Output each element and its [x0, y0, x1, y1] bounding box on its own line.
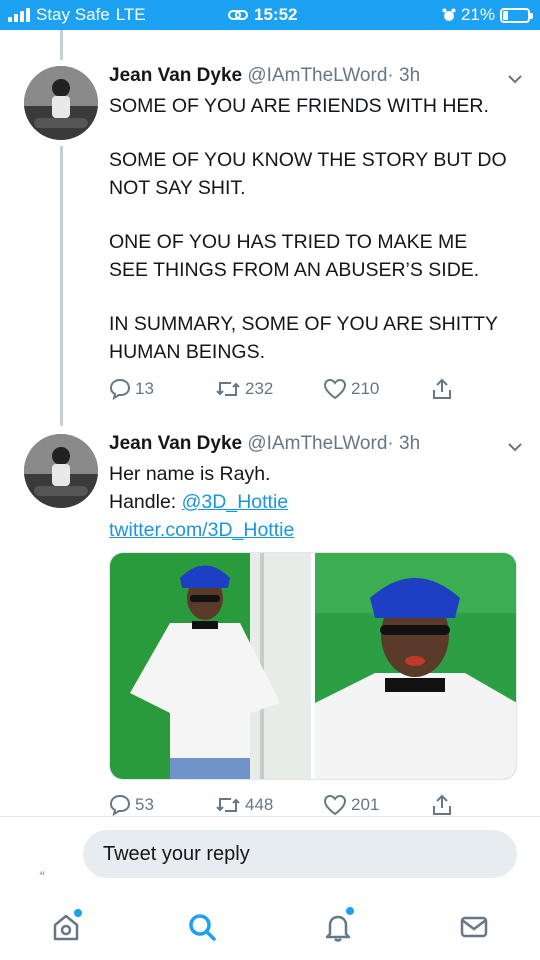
chevron-down-icon[interactable] — [506, 70, 524, 88]
author-handle[interactable]: @IAmTheLWord — [247, 65, 387, 86]
alarm-icon — [442, 8, 456, 21]
status-bar: Stay Safe LTE 15:52 21% — [0, 0, 540, 30]
retweet-button[interactable]: 448 — [215, 795, 323, 815]
tweet-body: Jean Van Dyke @IAmTheLWord· 3h SOME OF Y… — [109, 64, 524, 366]
notifications-badge — [346, 907, 354, 915]
home-badge — [74, 909, 82, 917]
photo-1[interactable] — [110, 553, 311, 779]
status-time: 15:52 — [254, 5, 298, 24]
retweet-icon — [216, 382, 240, 396]
quote-mark: “ — [40, 868, 45, 884]
retweet-icon — [216, 798, 240, 812]
battery-percent: 21% — [460, 5, 495, 24]
like-count: 210 — [351, 379, 380, 398]
like-button[interactable]: 201 — [323, 794, 431, 816]
carrier-info: Stay Safe LTE — [8, 5, 146, 25]
tab-search[interactable] — [180, 905, 224, 949]
tweet-paragraph: IN SUMMARY, SOME OF YOU ARE SHITTY HUMAN… — [109, 313, 498, 363]
thread-line — [60, 30, 63, 60]
tweet-body: Jean Van Dyke @IAmTheLWord· 3h Her name … — [109, 432, 524, 544]
retweet-button[interactable]: 232 — [215, 379, 323, 399]
reply-button[interactable]: 13 — [109, 378, 215, 400]
tweet-line: Her name is Rayh. — [109, 463, 271, 485]
retweet-count: 448 — [245, 795, 274, 814]
mention-link[interactable]: @3D_Hottie — [182, 491, 289, 513]
tweet-actions: 53 448 201 — [109, 794, 453, 816]
share-icon — [433, 794, 451, 815]
handle-prefix: Handle: — [109, 491, 182, 513]
reply-icon — [109, 794, 131, 816]
tweet-text: Her name is Rayh. Handle: @3D_Hottie twi… — [109, 460, 524, 544]
tweet-paragraph: SOME OF YOU ARE FRIENDS WITH HER. — [109, 95, 489, 117]
reply-button[interactable]: 53 — [109, 794, 215, 816]
author-name[interactable]: Jean Van Dyke — [109, 65, 242, 86]
share-button[interactable] — [431, 794, 453, 816]
tab-notifications[interactable] — [316, 905, 360, 949]
signal-icon — [8, 8, 30, 22]
tweet-paragraph: ONE OF YOU HAS TRIED TO MAKE ME SEE THIN… — [109, 231, 480, 281]
heart-icon — [323, 794, 347, 816]
avatar[interactable] — [24, 434, 98, 508]
messages-icon — [460, 916, 488, 938]
tab-bar — [0, 895, 540, 960]
carrier-name: Stay Safe — [36, 5, 110, 24]
retweet-count: 232 — [245, 379, 274, 398]
heart-icon — [323, 378, 347, 400]
share-button[interactable] — [431, 378, 453, 400]
reply-count: 53 — [135, 795, 154, 814]
reply-input[interactable]: Tweet your reply — [83, 830, 517, 878]
tweet-time: · 3h — [387, 65, 421, 86]
avatar[interactable] — [24, 66, 98, 140]
share-icon — [433, 378, 451, 399]
thread-line — [60, 146, 63, 426]
tab-messages[interactable] — [452, 905, 496, 949]
photo-2[interactable] — [315, 553, 516, 779]
battery-info: 21% — [442, 5, 533, 25]
tweet-actions: 13 232 210 — [109, 378, 453, 400]
tweet-text: SOME OF YOU ARE FRIENDS WITH HER. SOME O… — [109, 92, 509, 366]
network-type: LTE — [115, 5, 146, 24]
tweet-header: Jean Van Dyke @IAmTheLWord· 3h — [109, 432, 524, 456]
url-link[interactable]: twitter.com/3D_Hottie — [109, 519, 294, 541]
tab-home[interactable] — [44, 905, 88, 949]
author-name[interactable]: Jean Van Dyke — [109, 433, 242, 454]
chevron-down-icon[interactable] — [506, 438, 524, 456]
tweet-line: twitter.com/3D_Hottie — [109, 516, 524, 544]
media-grid[interactable] — [109, 552, 517, 780]
link-icon — [228, 10, 248, 20]
clock: 15:52 — [228, 5, 297, 25]
battery-icon — [500, 7, 533, 23]
like-count: 201 — [351, 795, 380, 814]
tweet-paragraph: SOME OF YOU KNOW THE STORY BUT DO NOT SA… — [109, 149, 507, 199]
reply-divider — [0, 816, 540, 817]
author-handle[interactable]: @IAmTheLWord — [247, 433, 387, 454]
search-icon — [189, 914, 216, 941]
reply-icon — [109, 378, 131, 400]
tweet-time: · 3h — [387, 433, 421, 454]
notifications-icon — [325, 915, 351, 942]
tweet-header: Jean Van Dyke @IAmTheLWord· 3h — [109, 64, 524, 88]
like-button[interactable]: 210 — [323, 378, 431, 400]
reply-count: 13 — [135, 379, 154, 398]
tweet-line: Handle: @3D_Hottie — [109, 488, 524, 516]
